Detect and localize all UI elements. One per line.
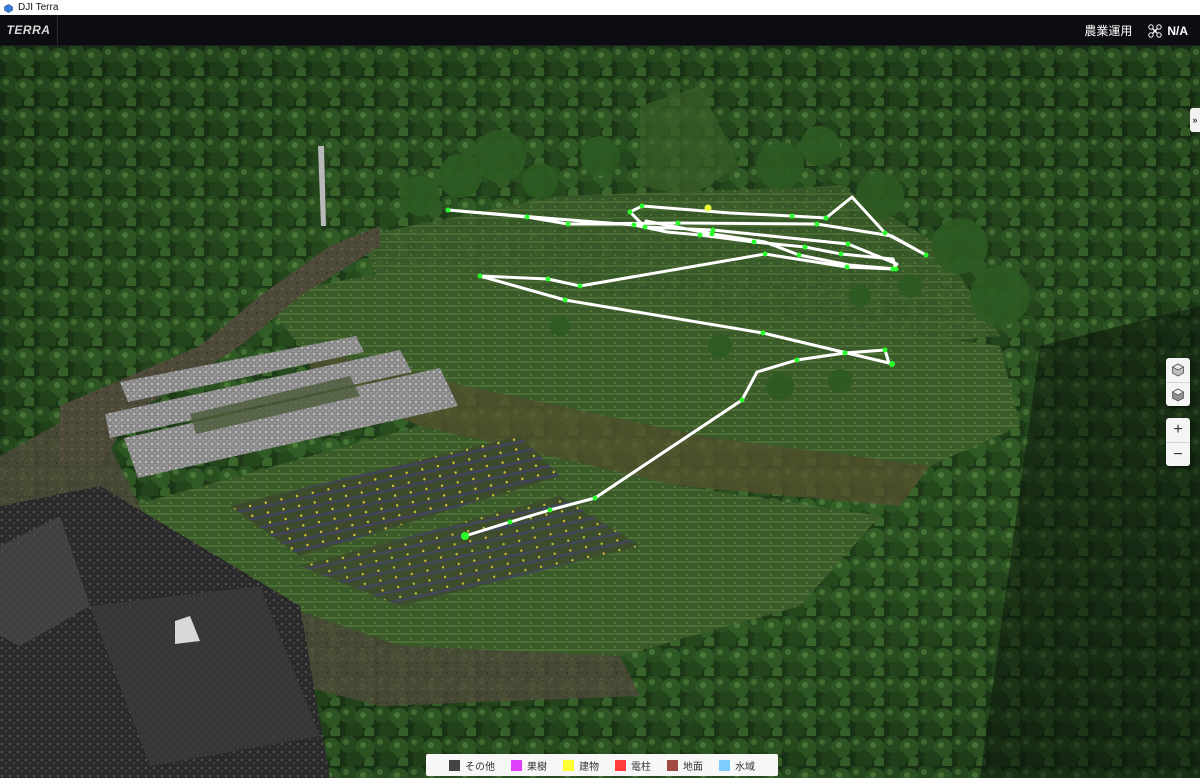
cube-top-icon <box>1171 388 1185 401</box>
classification-legend: その他 果樹 建物 電柱 地面 水域 <box>426 754 778 776</box>
header-status: 農業運用 N/A <box>1084 15 1188 46</box>
window-title: DJI Terra <box>18 2 59 13</box>
legend-item-fruit-tree[interactable]: 果樹 <box>511 758 547 773</box>
legend-label: その他 <box>465 761 495 773</box>
zoom-controls: + − <box>1166 418 1190 466</box>
drone-status[interactable]: N/A <box>1148 24 1188 38</box>
legend-label: 地面 <box>683 761 703 773</box>
app-header: TERRA 農業運用 N/A <box>0 14 1200 46</box>
terra-logo[interactable]: TERRA <box>0 14 58 46</box>
legend-label: 水域 <box>735 761 755 773</box>
start-waypoint <box>704 204 712 212</box>
top-view-button[interactable] <box>1166 382 1190 406</box>
legend-item-building[interactable]: 建物 <box>563 758 599 773</box>
cube-icon <box>1171 363 1185 377</box>
legend-item-ground[interactable]: 地面 <box>667 758 703 773</box>
legend-swatch <box>667 759 678 771</box>
view-mode-controls <box>1166 358 1190 406</box>
legend-label: 電柱 <box>631 761 651 773</box>
legend-swatch <box>615 759 626 771</box>
legend-item-utility-pole[interactable]: 電柱 <box>615 758 651 773</box>
legend-item-other[interactable]: その他 <box>449 758 495 773</box>
zoom-out-button[interactable]: − <box>1166 442 1190 466</box>
legend-swatch <box>563 759 574 771</box>
legend-swatch <box>449 759 460 771</box>
drone-icon <box>1148 23 1163 38</box>
panel-collapse-button[interactable]: » <box>1190 108 1200 132</box>
legend-swatch <box>511 759 522 771</box>
app-icon <box>4 3 13 13</box>
legend-swatch <box>719 759 730 771</box>
point-cloud-viewport[interactable]: » + − <box>0 46 1200 778</box>
3d-view-button[interactable] <box>1166 358 1190 382</box>
point-cloud-scene[interactable] <box>0 46 1200 778</box>
window-titlebar: DJI Terra <box>0 0 1200 15</box>
legend-item-water[interactable]: 水域 <box>719 758 755 773</box>
double-chevron-right-icon: » <box>1192 115 1198 125</box>
drone-label: N/A <box>1167 23 1188 38</box>
zoom-in-button[interactable]: + <box>1166 418 1190 442</box>
mode-label[interactable]: 農業運用 <box>1084 22 1132 39</box>
legend-label: 果樹 <box>527 761 547 773</box>
legend-label: 建物 <box>579 761 599 773</box>
